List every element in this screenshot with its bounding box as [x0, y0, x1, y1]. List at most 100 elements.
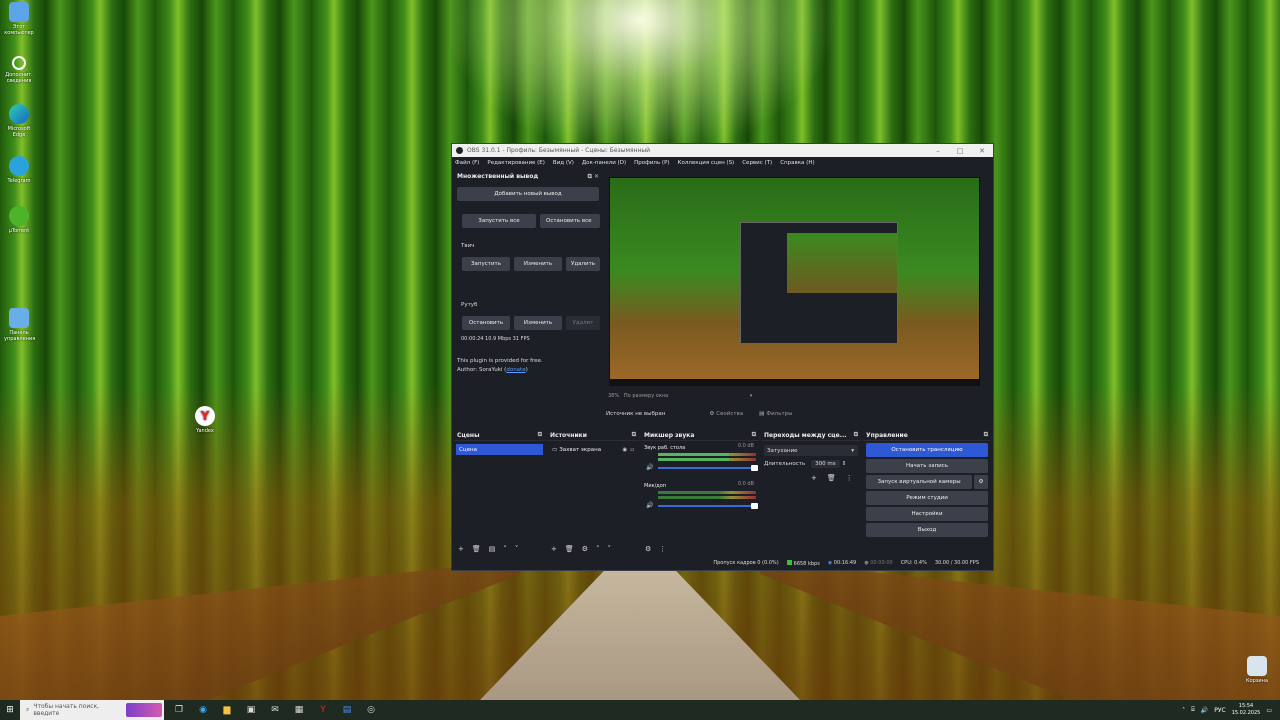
stop-all-button[interactable]: Остановить все	[540, 214, 600, 228]
dock-float-icon[interactable]: ⧉	[854, 431, 858, 439]
add-icon[interactable]: +	[811, 474, 817, 482]
slider-handle[interactable]	[751, 503, 758, 509]
menu-docks[interactable]: Док-панели (D)	[582, 160, 626, 166]
notifications-icon[interactable]: ▭	[1266, 707, 1272, 714]
studio-mode-button[interactable]: Режим студии	[866, 491, 988, 505]
gear-icon[interactable]: ⚙	[974, 475, 988, 489]
source-item-label: Захват экрана	[559, 446, 602, 453]
calculator-icon[interactable]: ▦	[292, 703, 306, 717]
preview-fit[interactable]: По размеру окна	[624, 393, 668, 399]
menu-help[interactable]: Справка (H)	[780, 160, 814, 166]
desktop-icon-yandex[interactable]: Y Yandex	[190, 406, 220, 434]
clock[interactable]: 15:54 15.02.2025	[1232, 703, 1261, 717]
add-icon[interactable]: +	[458, 545, 464, 553]
volume-slider[interactable]	[658, 465, 758, 471]
edge-icon[interactable]: ◉	[196, 703, 210, 717]
program-preview[interactable]	[609, 177, 980, 386]
obs-icon[interactable]: ◎	[364, 703, 378, 717]
volume-slider[interactable]	[658, 503, 758, 509]
desktop-icon-control-panel[interactable]: Панель управления	[4, 308, 35, 342]
audio-mixer-dock: Микшер звука ⧉ Звук раб. стола 0.0 dB 🔊 М…	[641, 430, 759, 556]
dock-float-icon[interactable]: ⧉	[984, 431, 988, 439]
rutube-stop-button[interactable]: Остановить	[462, 316, 510, 330]
store-icon[interactable]: ▣	[244, 703, 258, 717]
trash-icon[interactable]: 🗑	[827, 474, 836, 482]
lang-indicator[interactable]: РУС	[1214, 707, 1225, 714]
taskbar-search[interactable]: ⌕ Чтобы начать поиск, введите	[20, 700, 164, 720]
plugin-note: This plugin is provided for free.	[457, 358, 543, 364]
more-icon[interactable]: ⋮	[659, 545, 666, 553]
dock-float-icon[interactable]: ⧉	[538, 431, 542, 439]
start-all-button[interactable]: Запустить все	[462, 214, 536, 228]
stop-streaming-button[interactable]: Остановить трансляцию	[866, 443, 988, 457]
speaker-icon[interactable]: 🔊	[646, 464, 653, 471]
yandex-icon[interactable]: Y	[316, 703, 330, 717]
menu-tools[interactable]: Сервис (T)	[742, 160, 772, 166]
mail-icon[interactable]: ✉	[268, 703, 282, 717]
menu-scene-collection[interactable]: Коллекция сцен (S)	[678, 160, 735, 166]
windows-start-icon[interactable]: ⊞	[0, 705, 20, 715]
transition-select[interactable]: Затухание ▾	[764, 445, 858, 456]
scene-item[interactable]: Сцена	[456, 444, 543, 455]
add-new-output-button[interactable]: Добавить новый вывод	[457, 187, 599, 201]
twitch-delete-button[interactable]: Удалить	[566, 257, 600, 271]
desktop-icon-recycle-bin[interactable]: Корзина	[1242, 656, 1272, 684]
minimize-icon[interactable]: –	[927, 147, 949, 155]
trash-icon[interactable]: 🗑	[565, 545, 574, 553]
network-icon[interactable]: ⌸	[1191, 706, 1195, 714]
move-down-icon[interactable]: ˅	[608, 545, 612, 553]
menu-bar: Файл (F) Редактирование (E) Вид (V) Док-…	[452, 157, 993, 168]
settings-button[interactable]: Настройки	[866, 507, 988, 521]
desktop-icon-info[interactable]: Дополнит. сведения	[4, 56, 34, 84]
generic-app-icon[interactable]: ▤	[340, 703, 354, 717]
exit-button[interactable]: Выход	[866, 523, 988, 537]
lock-icon[interactable]: ▫	[630, 447, 634, 453]
twitch-edit-button[interactable]: Изменить	[514, 257, 562, 271]
speaker-icon[interactable]: 🔊	[646, 502, 653, 509]
volume-icon[interactable]: 🔊	[1201, 707, 1208, 714]
taskbar: ⊞ ⌕ Чтобы начать поиск, введите ❐ ◉ ▆ ▣ …	[0, 700, 1280, 720]
filter-icon[interactable]: ▤	[489, 545, 496, 553]
dock-float-icon[interactable]: ⧉	[632, 431, 636, 439]
duration-input[interactable]: 300 ms	[811, 460, 840, 468]
maximize-icon[interactable]: □	[949, 147, 971, 155]
gear-icon[interactable]: ⚙	[582, 545, 588, 553]
chevron-down-icon[interactable]: ▾	[750, 393, 753, 399]
desktop-icon-this-pc[interactable]: Этот компьютер	[4, 2, 34, 36]
menu-view[interactable]: Вид (V)	[553, 160, 574, 166]
menu-profile[interactable]: Профиль (P)	[634, 160, 669, 166]
start-virtual-camera-button[interactable]: Запуск виртуальной камеры	[866, 475, 972, 489]
menu-file[interactable]: Файл (F)	[455, 160, 479, 166]
gear-icon[interactable]: ⚙	[645, 545, 651, 553]
duration-row: Длительность 300 ms ⇕	[764, 460, 858, 468]
move-down-icon[interactable]: ˅	[515, 545, 519, 553]
task-view-icon[interactable]: ❐	[172, 703, 186, 717]
twitch-start-button[interactable]: Запустить	[462, 257, 510, 271]
trash-icon[interactable]: 🗑	[472, 545, 481, 553]
dock-float-icon[interactable]: ⧉ ✕	[588, 173, 599, 181]
properties-button[interactable]: Свойства	[716, 411, 743, 417]
filters-button[interactable]: Фильтры	[766, 411, 792, 417]
slider-handle[interactable]	[751, 465, 758, 471]
move-up-icon[interactable]: ˄	[596, 545, 600, 553]
obs-titlebar[interactable]: OBS 31.0.1 - Профиль: Безымянный - Сцены…	[452, 144, 993, 157]
rutube-delete-button[interactable]: Удалит	[566, 316, 600, 330]
source-item[interactable]: ▭ Захват экрана ◉ ▫	[549, 444, 637, 455]
dock-float-icon[interactable]: ⧉	[752, 431, 756, 439]
stepper-icon[interactable]: ⇕	[842, 461, 847, 467]
controls-dock: Управление ⧉ Остановить трансляцию Начать…	[863, 430, 991, 556]
rutube-edit-button[interactable]: Изменить	[514, 316, 562, 330]
desktop-icon-edge[interactable]: Microsoft Edge	[4, 104, 34, 138]
file-explorer-icon[interactable]: ▆	[220, 703, 234, 717]
more-icon[interactable]: ⋮	[846, 474, 853, 482]
move-up-icon[interactable]: ˄	[503, 545, 507, 553]
menu-edit[interactable]: Редактирование (E)	[487, 160, 545, 166]
add-icon[interactable]: +	[551, 545, 557, 553]
close-icon[interactable]: ✕	[971, 147, 993, 155]
donate-link[interactable]: donate	[506, 367, 525, 373]
desktop-icon-telegram[interactable]: Telegram	[4, 156, 34, 184]
chevron-up-icon[interactable]: ˄	[1182, 707, 1185, 714]
eye-icon[interactable]: ◉	[622, 447, 627, 453]
start-recording-button[interactable]: Начать запись	[866, 459, 988, 473]
desktop-icon-utorrent[interactable]: µTorrent	[4, 206, 34, 234]
